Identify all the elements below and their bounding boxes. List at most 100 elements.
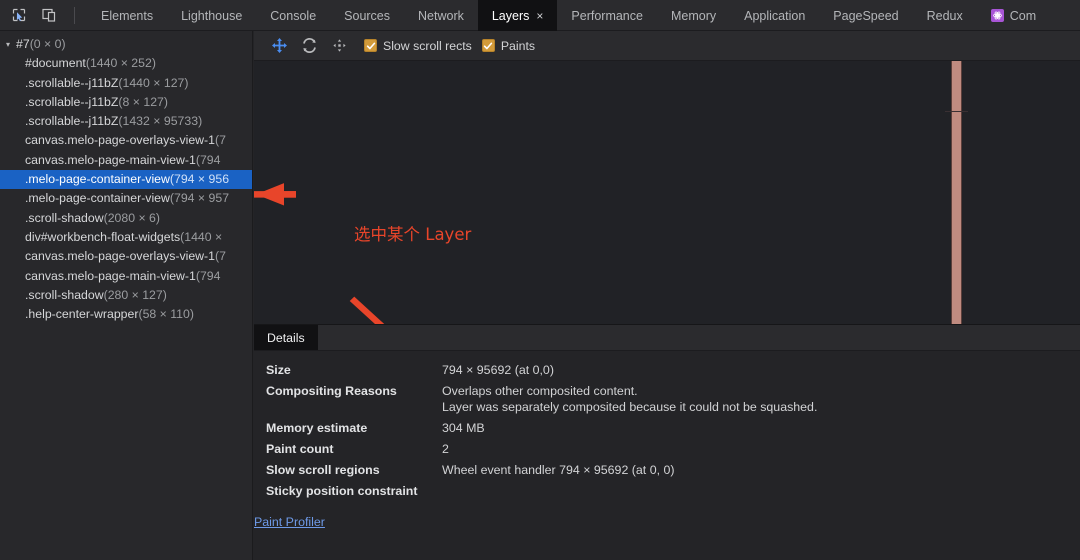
tab-layers[interactable]: Layers × — [477, 0, 558, 31]
tab-performance[interactable]: Performance — [557, 0, 657, 31]
tab-label: Elements — [101, 8, 154, 23]
layers-main-area: Slow scroll rects Paints 选中某个 Layer Deta… — [254, 31, 1080, 560]
checkbox-checked-icon[interactable] — [481, 39, 495, 52]
tab-sources[interactable]: Sources — [330, 0, 404, 31]
layer-tree-item[interactable]: .help-center-wrapper(58 × 110) — [0, 305, 252, 324]
chevron-down-icon[interactable]: ▾ — [6, 35, 15, 54]
tab-pagespeed[interactable]: PageSpeed — [819, 0, 912, 31]
details-value-line1: Wheel event handler 794 × 95692 (at 0, 0… — [442, 463, 675, 477]
paints-label: Paints — [500, 38, 536, 53]
layer-name: .scroll-shadow — [25, 287, 104, 302]
layer-tree-item[interactable]: .scrollable--j11bZ(1432 × 95733) — [0, 112, 252, 131]
close-icon[interactable]: × — [536, 10, 543, 22]
devtools-tabbar: Elements Lighthouse Console Sources Network L… — [0, 0, 1080, 31]
layer-size: (1432 × 95733) — [118, 114, 203, 129]
reset-transform-icon[interactable] — [324, 33, 354, 59]
layer-size: (1440 × 252) — [85, 56, 156, 71]
layer-name: #7 — [16, 37, 30, 51]
layer-name: .scrollable--j11bZ — [25, 75, 119, 90]
details-value: 2 — [442, 442, 449, 456]
tab-memory[interactable]: Memory — [657, 0, 730, 31]
layer-name: .melo-page-container-view — [25, 191, 170, 206]
arrow-left-to-selected-layer — [254, 183, 296, 206]
details-panel: Details Size 794 × 95692 (at 0,0) Composit… — [254, 324, 1080, 560]
details-tabbar: Details — [254, 325, 1080, 351]
layer-tree-item[interactable]: ▾ #7(0 × 0) — [0, 35, 252, 54]
details-value-line1: 2 — [442, 442, 449, 456]
layer-tree-item[interactable]: canvas.melo-page-overlays-view-1(7 — [0, 131, 252, 150]
paint-profiler-link[interactable]: Paint Profiler — [254, 515, 325, 529]
layer-tree-item[interactable]: .melo-page-container-view(794 × 957 — [0, 189, 252, 208]
layer-size: (794 × 956 — [169, 172, 230, 187]
layer-3d-slab[interactable] — [945, 61, 968, 324]
layer-tree-item[interactable]: .scroll-shadow(280 × 127) — [0, 286, 252, 305]
slow-scroll-rects-checkbox[interactable]: Slow scroll rects — [364, 39, 472, 53]
layer-tree-item[interactable]: .scrollable--j11bZ(8 × 127) — [0, 93, 252, 112]
layer-name: .scrollable--j11bZ — [25, 114, 119, 129]
layer-name: div#workbench-float-widgets — [25, 229, 181, 244]
layer-name: .help-center-wrapper — [25, 307, 139, 322]
layer-size: (0 × 0) — [29, 37, 66, 51]
pan-mode-icon[interactable] — [264, 33, 294, 59]
tab-com[interactable]: Com — [977, 0, 1050, 31]
tab-application[interactable]: Application — [730, 0, 819, 31]
layer-name: canvas.melo-page-main-view-1 — [25, 152, 196, 167]
tab-label: Console — [270, 8, 317, 23]
layer-size: (8 × 127) — [118, 94, 168, 109]
layer-size: (280 × 127) — [103, 287, 167, 302]
details-value-line1: 794 × 95692 (at 0,0) — [442, 363, 554, 377]
details-row: Size 794 × 95692 (at 0,0) — [266, 363, 1080, 377]
tab-label: Com — [1009, 8, 1037, 23]
tab-details[interactable]: Details — [254, 325, 318, 350]
details-value-line2: Layer was separately composited because … — [442, 400, 818, 414]
components-icon — [990, 9, 1004, 22]
details-key: Slow scroll regions — [266, 463, 380, 477]
rotate-mode-icon[interactable] — [294, 33, 324, 59]
paints-checkbox[interactable]: Paints — [481, 38, 536, 53]
layer-tree-item[interactable]: .scrollable--j11bZ(1440 × 127) — [0, 74, 252, 93]
tab-console[interactable]: Console — [256, 0, 330, 31]
layer-tree-item[interactable]: canvas.melo-page-main-view-1(794 — [0, 151, 252, 170]
layer-tree-item-selected[interactable]: .melo-page-container-view(794 × 956 — [0, 170, 252, 190]
layer-size: (794 — [195, 152, 221, 167]
layer-tree-item[interactable]: #document(1440 × 252) — [0, 54, 252, 73]
layer-tree-item[interactable]: div#workbench-float-widgets(1440 × — [0, 228, 252, 247]
layer-size: (7 — [215, 249, 226, 264]
tab-redux[interactable]: Redux — [913, 0, 977, 31]
layer-tree-item[interactable]: canvas.melo-page-overlays-view-1(7 — [0, 247, 252, 266]
tab-label: Memory — [670, 8, 717, 23]
tab-elements[interactable]: Elements — [87, 0, 167, 31]
layer-size: (794 × 957 — [169, 191, 230, 206]
layers-3d-canvas[interactable]: 选中某个 Layer 查看该 Layer 生成的原因 — [254, 61, 1080, 324]
tab-label: Lighthouse — [181, 8, 243, 23]
checkbox-checked-icon[interactable] — [364, 39, 377, 52]
toolbar-divider — [74, 6, 75, 24]
details-key: Compositing Reasons — [266, 384, 397, 398]
toggle-device-toolbar-icon[interactable] — [36, 3, 62, 27]
details-row: Paint count 2 — [266, 442, 1080, 456]
details-key: Paint count — [266, 442, 334, 456]
layer-tree-item[interactable]: canvas.melo-page-main-view-1(794 — [0, 267, 252, 286]
tab-network[interactable]: Network — [404, 0, 478, 31]
details-value-line1: 304 MB — [442, 421, 485, 435]
tab-label: Layers — [491, 8, 530, 23]
inspect-element-icon[interactable] — [6, 3, 32, 27]
details-key: Size — [266, 363, 291, 377]
details-row: Sticky position constraint — [266, 484, 1080, 498]
details-row: Compositing Reasons Overlaps other compos… — [266, 384, 1080, 414]
slow-scroll-rects-label: Slow scroll rects — [383, 38, 472, 53]
layers-canvas-toolbar: Slow scroll rects Paints — [254, 31, 1080, 61]
annotation-select-layer: 选中某个 Layer — [354, 225, 472, 244]
layer-tree-item[interactable]: .scroll-shadow(2080 × 6) — [0, 209, 252, 228]
details-row: Memory estimate 304 MB — [266, 421, 1080, 435]
tab-lighthouse[interactable]: Lighthouse — [167, 0, 256, 31]
layer-name: #document — [25, 56, 86, 71]
tab-label: Redux — [926, 8, 963, 23]
details-key: Sticky position constraint — [266, 484, 418, 498]
layer-size: (2080 × 6) — [103, 210, 160, 225]
devtools-window: Elements Lighthouse Console Sources Network L… — [0, 0, 1080, 560]
panel-tabs: Elements Lighthouse Console Sources Network L… — [87, 0, 1080, 31]
details-value: Overlaps other composited content. Layer … — [442, 384, 817, 414]
details-key: Memory estimate — [266, 421, 368, 435]
layer-tree-sidebar[interactable]: ▾ #7(0 × 0) #document(1440 × 252) .scrollab… — [0, 31, 253, 560]
